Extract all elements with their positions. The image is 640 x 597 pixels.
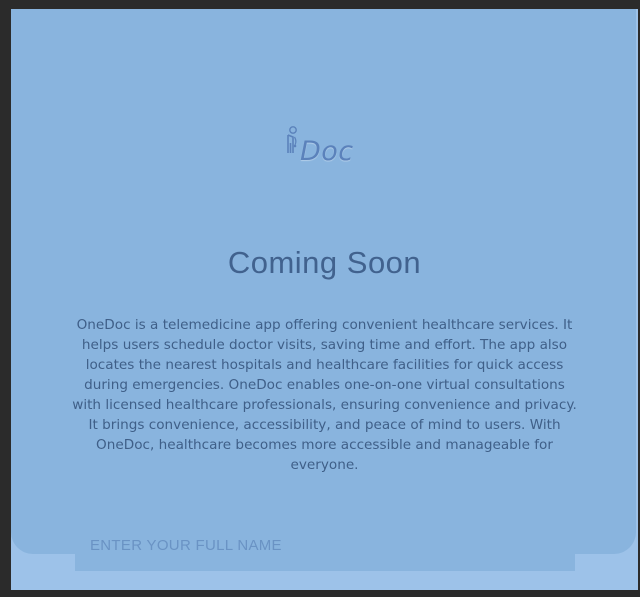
doctor-stethoscope-icon — [285, 125, 299, 159]
onedoc-logo[interactable]: Doc — [285, 123, 354, 165]
page-title: Coming Soon — [227, 245, 422, 280]
logo-text: Doc — [300, 136, 354, 167]
page-viewport: Doc Coming Soon OneDoc is a telemedicine… — [11, 9, 638, 590]
full-name-input[interactable] — [75, 519, 575, 571]
browser-frame: Doc Coming Soon OneDoc is a telemedicine… — [0, 0, 640, 597]
app-description: OneDoc is a telemedicine app offering co… — [72, 317, 577, 473]
hero-card: Doc Coming Soon OneDoc is a telemedicine… — [11, 9, 636, 554]
